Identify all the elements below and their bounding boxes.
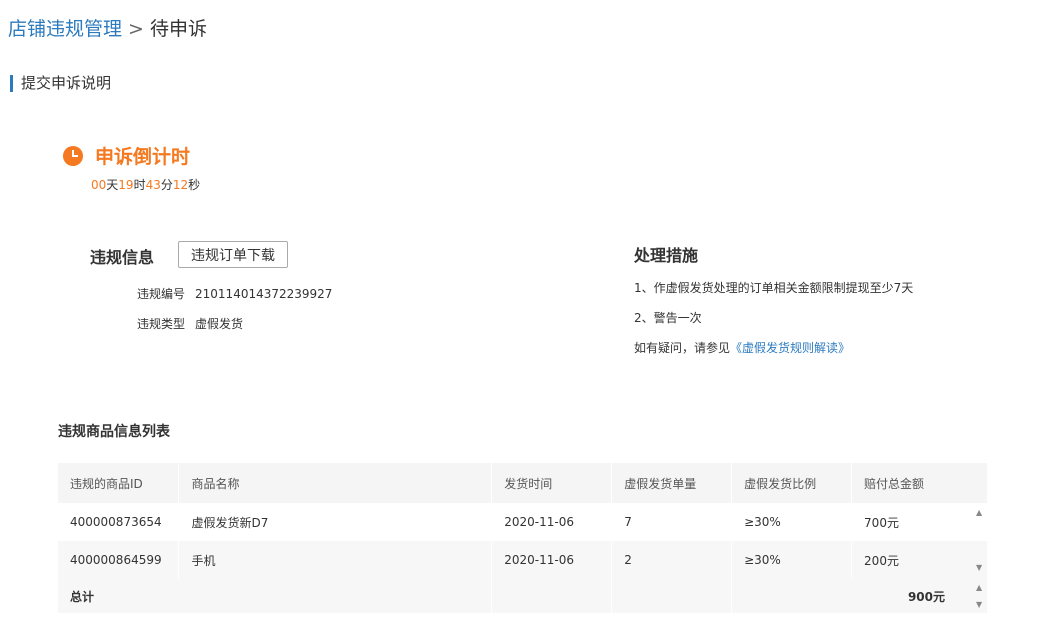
cell-product-id: 400000873654 (58, 503, 180, 541)
scroll-up-icon[interactable]: ▲ (976, 583, 982, 592)
countdown-days: 00 (91, 178, 107, 192)
cell-compensation: 200元 (851, 541, 988, 579)
table-total-row: 总计 900元 (58, 579, 988, 613)
countdown-days-unit: 天 (106, 178, 119, 192)
violation-number-row: 违规编号 210114014372239927 (137, 285, 332, 302)
cell-ship-time: 2020-11-06 (491, 503, 613, 541)
violation-type-value: 虚假发货 (195, 317, 244, 331)
cell-compensation: 700元 (851, 503, 988, 541)
table-header-row: 违规的商品ID 商品名称 发货时间 虚假发货单量 虚假发货比例 赔付总金额 (58, 463, 988, 503)
countdown-time: 00天19时43分12秒 (91, 176, 200, 193)
help-text: 如有疑问，请参见 (634, 341, 731, 355)
countdown-seconds-unit: 秒 (188, 178, 201, 192)
scroll-up-icon[interactable]: ▲ (976, 508, 982, 517)
header-ship-time: 发货时间 (491, 463, 613, 503)
section-title: 提交申诉说明 (10, 75, 111, 92)
violation-number-value: 210114014372239927 (195, 287, 333, 301)
countdown-title: 申诉倒计时 (95, 146, 191, 168)
cell-product-name: 手机 (178, 541, 493, 579)
measure-item-1: 1、作虚假发货处理的订单相关金额限制提现至少7天 (634, 281, 914, 295)
goods-table: 违规的商品ID 商品名称 发货时间 虚假发货单量 虚假发货比例 赔付总金额 40… (58, 463, 988, 613)
cell-fake-ratio: ≥30% (731, 541, 853, 579)
violation-info-title: 违规信息 (90, 248, 155, 267)
table-row: 400000873654 虚假发货新D7 2020-11-06 7 ≥30% 7… (58, 503, 988, 541)
scroll-down-icon[interactable]: ▼ (976, 563, 982, 572)
breadcrumb-parent-link[interactable]: 店铺违规管理 (8, 18, 122, 40)
header-product-id: 违规的商品ID (58, 463, 180, 503)
measures-help: 如有疑问，请参见《虚假发货规则解读》 (634, 339, 850, 356)
breadcrumb-current: 待申诉 (149, 18, 207, 40)
measure-item-2: 2、警告一次 (634, 311, 702, 325)
breadcrumb: 店铺违规管理 > 待申诉 (8, 14, 207, 41)
violation-type-row: 违规类型 虚假发货 (137, 315, 243, 332)
cell-product-name: 虚假发货新D7 (178, 503, 493, 541)
header-product-name: 商品名称 (178, 463, 493, 503)
goods-list-title: 违规商品信息列表 (58, 424, 170, 440)
violation-number-label: 违规编号 (137, 287, 186, 301)
total-value: 900元 (731, 579, 988, 613)
total-label: 总计 (58, 579, 493, 613)
header-fake-ratio: 虚假发货比例 (731, 463, 853, 503)
scroll-down-icon[interactable]: ▼ (976, 600, 982, 609)
cell-ship-time: 2020-11-06 (491, 541, 613, 579)
rules-interpretation-link[interactable]: 《虚假发货规则解读》 (730, 341, 850, 355)
header-compensation-total: 赔付总金额 (851, 463, 988, 503)
clock-icon (63, 145, 83, 166)
cell-fake-ratio: ≥30% (731, 503, 853, 541)
cell-fake-order-count: 7 (611, 503, 733, 541)
violation-type-label: 违规类型 (137, 317, 186, 331)
countdown-hours: 19 (118, 178, 134, 192)
cell-product-id: 400000864599 (58, 541, 180, 579)
cell-fake-order-count: 2 (611, 541, 733, 579)
breadcrumb-separator: > (128, 18, 144, 40)
countdown-header: 申诉倒计时 (63, 142, 190, 169)
countdown-seconds: 12 (172, 178, 189, 192)
countdown-minutes: 43 (145, 178, 161, 192)
measures-title: 处理措施 (634, 246, 699, 265)
countdown-minutes-unit: 分 (160, 178, 173, 192)
download-violation-orders-button[interactable]: 违规订单下载 (178, 241, 288, 268)
countdown-hours-unit: 时 (133, 178, 146, 192)
table-row: 400000864599 手机 2020-11-06 2 ≥30% 200元 (58, 541, 988, 579)
header-fake-order-count: 虚假发货单量 (611, 463, 733, 503)
